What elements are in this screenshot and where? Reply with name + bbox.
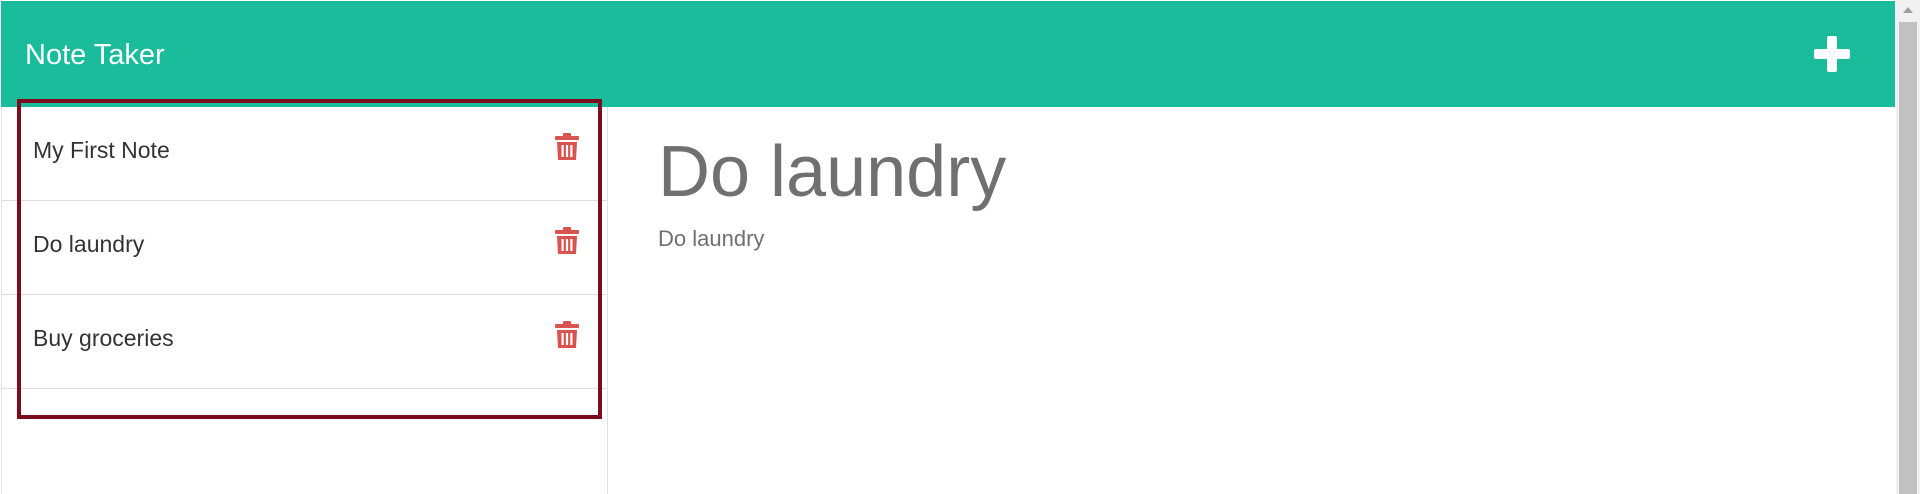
note-editor: Do laundry Do laundry [609,107,1895,494]
delete-note-button[interactable] [555,133,579,161]
note-list-panel: My First Note Do laundry Buy groceries [1,107,608,494]
note-list: My First Note Do laundry Buy groceries [2,107,607,389]
trash-icon [555,133,579,160]
vertical-scrollbar[interactable] [1896,0,1920,494]
delete-note-button[interactable] [555,321,579,349]
note-text-field[interactable]: Do laundry [658,225,764,253]
note-item[interactable]: Do laundry [2,201,607,295]
new-note-button[interactable] [1809,31,1855,77]
note-item-title[interactable]: My First Note [33,136,170,164]
app-title[interactable]: Note Taker [25,37,165,73]
scrollbar-thumb[interactable] [1899,22,1917,494]
plus-icon [1814,36,1850,72]
note-item[interactable]: My First Note [2,107,607,201]
trash-icon [555,321,579,348]
navbar: Note Taker [1,1,1895,107]
chevron-up-icon [1903,7,1913,13]
scroll-up-button[interactable] [1896,0,1920,20]
note-item[interactable]: Buy groceries [2,295,607,389]
trash-icon [555,227,579,254]
note-item-title[interactable]: Do laundry [33,230,144,258]
app-window: Note Taker My First Note Do laundry Buy … [0,0,1920,494]
note-title-field[interactable]: Do laundry [658,126,1006,218]
delete-note-button[interactable] [555,227,579,255]
note-item-title[interactable]: Buy groceries [33,324,174,352]
